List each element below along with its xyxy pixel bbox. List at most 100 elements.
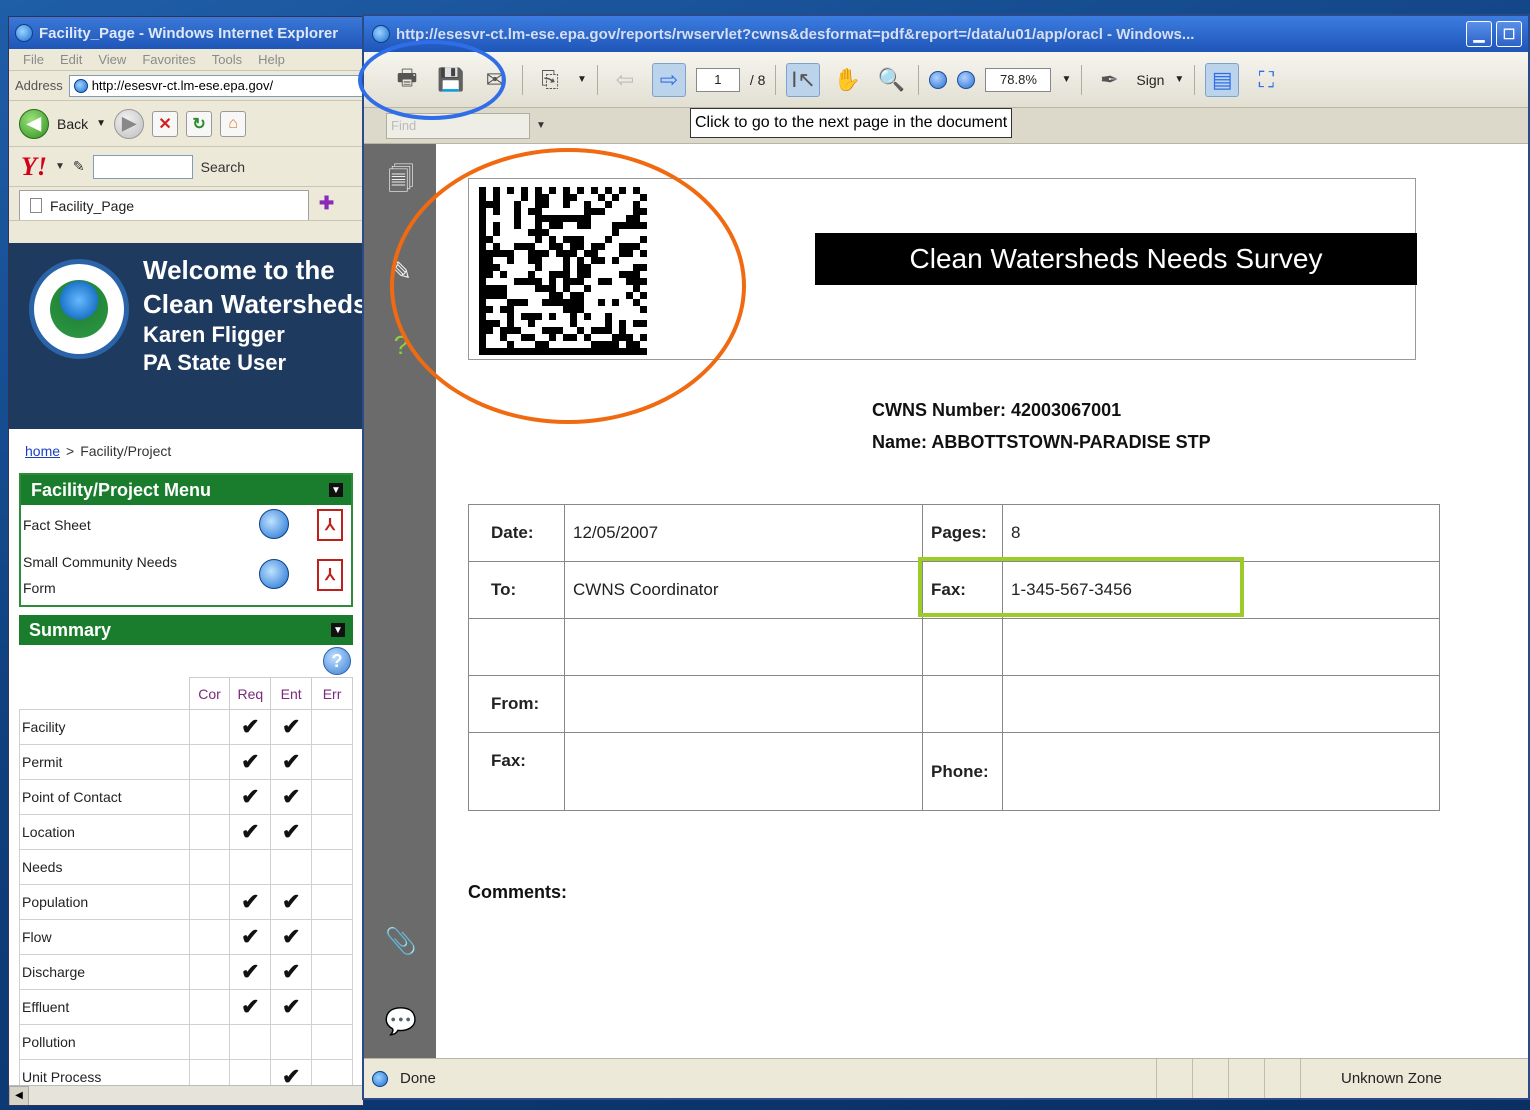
menu-tools[interactable]: Tools (212, 52, 242, 67)
summary-header: Summary ▼ (19, 615, 353, 645)
collapse-icon[interactable]: ▼ (331, 623, 345, 637)
facility-menu-title: Facility/Project Menu (31, 479, 212, 500)
page-number-input[interactable]: 1 (695, 67, 740, 92)
table-row: From: (468, 675, 1440, 733)
summary-row-name[interactable]: Pollution (19, 1024, 190, 1060)
status-cell (1264, 1059, 1300, 1098)
share-icon[interactable]: ⎘ (533, 63, 567, 97)
breadcrumb-home-link[interactable]: home (25, 443, 60, 459)
comments-panel-icon[interactable]: 💬 (384, 1004, 418, 1038)
stop-button[interactable]: ✕ (152, 110, 179, 137)
facility-browser-window: Facility_Page - Windows Internet Explore… (8, 16, 364, 1106)
menu-edit[interactable]: Edit (60, 52, 82, 67)
left-nav-toolbar: ◀ Back ▼ ▶ ✕ ↻ ⌂ (9, 101, 363, 147)
summary-cell-cor (188, 884, 231, 920)
address-label: Address (15, 78, 63, 93)
summary-cell-ent: ✔ (270, 709, 313, 745)
sign-pen-icon[interactable]: ✒ (1092, 63, 1126, 97)
pages-panel-icon[interactable]: 🗐 (384, 164, 418, 200)
horizontal-scrollbar[interactable]: ◀ (9, 1085, 363, 1105)
empty-cell (468, 618, 565, 676)
status-cell (1192, 1059, 1228, 1098)
summary-corner (20, 678, 190, 710)
summary-row-name[interactable]: Population (19, 884, 190, 920)
welcome-line1: Welcome to the (143, 255, 335, 285)
toolbar-separator (596, 64, 598, 95)
summary-row-name[interactable]: Flow (19, 919, 190, 955)
zoom-level-input[interactable]: 78.8% (985, 67, 1052, 92)
summary-title: Summary (29, 619, 112, 640)
address-input[interactable]: http://esesvr-ct.lm-ese.epa.gov/ (68, 74, 363, 97)
summary-cell-req: ✔ (229, 744, 272, 780)
empty-cell (564, 618, 923, 676)
share-dropdown-icon[interactable]: ▼ (577, 74, 587, 85)
menu-item-small-community-form: Small Community Needs Form ⅄ (21, 545, 351, 605)
summary-cell-cor (188, 1024, 231, 1060)
yahoo-search-button[interactable]: Search (201, 159, 245, 175)
tab-strip: Facility_Page ✚ (9, 187, 363, 221)
pdf-window-title: http://esesvr-ct.lm-ese.epa.gov/reports/… (396, 25, 1195, 43)
col-header-err: Err (311, 677, 353, 710)
summary-row-name[interactable]: Needs (19, 849, 190, 885)
refresh-button[interactable]: ↻ (186, 110, 213, 137)
zoom-in-icon[interactable] (957, 70, 976, 89)
zoom-tool-icon[interactable]: 🔍 (874, 63, 908, 97)
hand-tool-icon[interactable]: ✋ (830, 63, 864, 97)
fit-page-icon[interactable]: ▤ (1205, 62, 1240, 97)
html-report-icon[interactable] (259, 559, 289, 589)
menu-help[interactable]: Help (258, 52, 285, 67)
yahoo-search-input[interactable] (92, 154, 193, 179)
forward-button[interactable]: ▶ (114, 108, 145, 139)
back-dropdown-icon[interactable]: ▼ (96, 118, 106, 129)
summary-row-name[interactable]: Facility (19, 709, 190, 745)
welcome-block: Welcome to the Clean Watersheds Karen Fl… (143, 253, 363, 429)
pdf-report-icon[interactable]: ⅄ (317, 559, 343, 591)
home-button[interactable]: ⌂ (220, 110, 247, 137)
summary-row-name[interactable]: Location (19, 814, 190, 850)
back-label[interactable]: Back (57, 116, 88, 132)
sign-dropdown-icon[interactable]: ▼ (1174, 74, 1184, 85)
summary-cell-req (229, 1024, 272, 1060)
summary-row-name[interactable]: Discharge (19, 954, 190, 990)
left-window-titlebar[interactable]: Facility_Page - Windows Internet Explore… (9, 17, 363, 49)
back-button[interactable]: ◀ (19, 108, 49, 139)
summary-row-name[interactable]: Permit (19, 744, 190, 780)
menu-view[interactable]: View (98, 52, 126, 67)
menu-favorites[interactable]: Favorites (142, 52, 195, 67)
new-tab-icon[interactable]: ✚ (319, 193, 334, 214)
menu-file[interactable]: File (23, 52, 44, 67)
summary-row-name[interactable]: Point of Contact (19, 779, 190, 815)
to-value: CWNS Coordinator (564, 561, 923, 619)
internet-explorer-icon (372, 25, 390, 43)
sign-button[interactable]: Sign (1136, 72, 1164, 88)
yahoo-dropdown-icon[interactable]: ▼ (55, 161, 65, 172)
pencil-icon[interactable]: ✎ (73, 158, 85, 175)
minimize-button[interactable]: ▁ (1466, 21, 1492, 47)
find-dropdown-icon[interactable]: ▼ (536, 120, 546, 131)
attachments-icon[interactable]: 📎 (384, 924, 418, 958)
next-page-icon[interactable]: ⇨ (651, 62, 686, 97)
security-zone: Unknown Zone (1300, 1059, 1528, 1098)
summary-cell-err (311, 744, 353, 780)
help-icon[interactable]: ? (323, 647, 351, 675)
zoom-out-icon[interactable] (929, 70, 948, 89)
collapse-icon[interactable]: ▼ (329, 483, 343, 497)
status-done: Done (372, 1070, 1156, 1087)
pdf-window-titlebar[interactable]: http://esesvr-ct.lm-ese.epa.gov/reports/… (364, 16, 1528, 52)
scroll-left-icon[interactable]: ◀ (9, 1085, 29, 1105)
full-screen-icon[interactable]: ⛶ (1249, 63, 1283, 97)
pdf-report-icon[interactable]: ⅄ (317, 509, 343, 541)
left-menubar: File Edit View Favorites Tools Help (9, 49, 363, 71)
tab-facility-page[interactable]: Facility_Page (19, 190, 309, 220)
select-tool-icon[interactable]: I↖ (786, 62, 821, 97)
empty-cell (922, 675, 1003, 733)
previous-page-icon[interactable]: ⇦ (608, 63, 642, 97)
survey-title-banner: Clean Watersheds Needs Survey (815, 233, 1417, 285)
summary-row-name[interactable]: Effluent (19, 989, 190, 1025)
html-report-icon[interactable] (259, 509, 289, 539)
facility-info: CWNS Number: 42003067001 Name: ABBOTTSTO… (872, 394, 1211, 458)
table-row: Location ✔ ✔ (19, 814, 353, 850)
maximize-button[interactable]: ☐ (1496, 21, 1522, 47)
yahoo-logo-icon[interactable]: Y! (21, 152, 47, 182)
zoom-dropdown-icon[interactable]: ▼ (1061, 74, 1071, 85)
